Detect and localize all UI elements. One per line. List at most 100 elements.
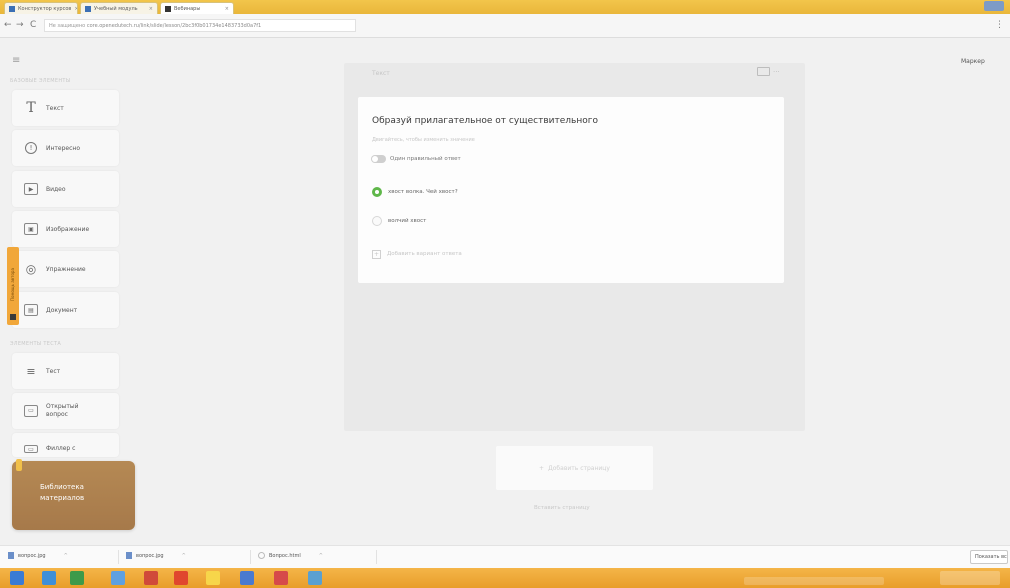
palette-item-interesting[interactable]: ! Интересно bbox=[12, 130, 119, 166]
add-page-button[interactable]: + Добавить страницу bbox=[496, 446, 653, 490]
option-radio[interactable] bbox=[372, 216, 382, 226]
add-option-button[interactable]: Добавить вариант ответа bbox=[387, 251, 462, 257]
protocol-label: Не защищено bbox=[49, 23, 86, 29]
files-icon[interactable] bbox=[308, 571, 322, 585]
file-icon bbox=[126, 552, 132, 559]
word-icon[interactable] bbox=[240, 571, 254, 585]
close-tab-icon[interactable]: × bbox=[149, 6, 153, 12]
close-tab-icon[interactable]: × bbox=[225, 6, 229, 12]
paste-page-button[interactable]: Вставить страницу bbox=[534, 505, 590, 511]
app-icon[interactable] bbox=[70, 571, 84, 585]
exercise-icon: ◎ bbox=[25, 262, 37, 276]
palette-item-image[interactable]: ▣ Изображение bbox=[12, 211, 119, 247]
back-icon[interactable]: ← bbox=[4, 20, 12, 30]
reload-icon[interactable]: C bbox=[30, 20, 36, 30]
chrome-icon[interactable] bbox=[206, 571, 220, 585]
explorer-icon[interactable] bbox=[111, 571, 125, 585]
question-hint: Двигайтесь, чтобы изменить значение bbox=[372, 137, 475, 143]
browser-menu-icon[interactable]: ⋮ bbox=[995, 20, 1004, 30]
option-text[interactable]: волчий хвост bbox=[388, 218, 426, 224]
palette-item-text[interactable]: T Текст bbox=[12, 90, 119, 126]
document-icon: ▤ bbox=[24, 304, 38, 316]
address-bar: ← → C Не защищено core.openedutech.ru/li… bbox=[0, 14, 1010, 38]
close-tab-icon[interactable]: × bbox=[74, 6, 77, 12]
palette-item-test[interactable]: ≡ Тест bbox=[12, 353, 119, 389]
palette-item-video[interactable]: ▶ Видео bbox=[12, 171, 119, 207]
option-text[interactable]: хвост волка. Чей хвост? bbox=[388, 189, 458, 195]
palette-item-filler[interactable]: ▭ Филлер с bbox=[12, 433, 119, 457]
media-icon[interactable] bbox=[144, 571, 158, 585]
block-settings-icon[interactable] bbox=[757, 67, 770, 76]
hamburger-menu-icon[interactable]: ≡ bbox=[12, 55, 20, 66]
palette-item-label: Упражнение bbox=[46, 265, 86, 273]
section-label-basic: БАЗОВЫЕ ЭЛЕМЕНТЫ bbox=[10, 78, 71, 84]
help-square-icon bbox=[10, 314, 16, 320]
url-text: core.openedutech.ru/link/slide/lesson/2b… bbox=[86, 23, 262, 29]
add-page-label: Добавить страницу bbox=[548, 464, 610, 472]
info-icon: ! bbox=[24, 141, 38, 155]
palette-item-exercise[interactable]: ◎ Упражнение bbox=[12, 251, 119, 287]
divider bbox=[376, 550, 377, 564]
download-item[interactable]: Вопрос.html ^ bbox=[258, 552, 323, 559]
system-tray[interactable] bbox=[940, 571, 1000, 585]
chevron-up-icon[interactable]: ^ bbox=[182, 553, 186, 559]
filler-icon: ▭ bbox=[24, 445, 38, 453]
browser-tab[interactable]: Учебный модуль × bbox=[80, 2, 158, 14]
download-name: вопрос.jpg bbox=[18, 552, 46, 559]
section-label-tests: ЭЛЕМЕНТЫ ТЕСТА bbox=[10, 341, 62, 347]
library-label: Библиотека материалов bbox=[40, 483, 85, 502]
browser-tab-active[interactable]: Вебинары × bbox=[160, 2, 234, 14]
chevron-up-icon[interactable]: ^ bbox=[64, 553, 68, 559]
download-name: Вопрос.html bbox=[269, 552, 301, 559]
single-answer-toggle[interactable] bbox=[371, 155, 386, 163]
list-icon: ≡ bbox=[26, 364, 36, 378]
option-radio-selected[interactable] bbox=[372, 187, 382, 197]
marker-label[interactable]: Маркер bbox=[961, 58, 985, 65]
text-icon: T bbox=[26, 100, 36, 116]
palette-item-label: Интересно bbox=[46, 144, 80, 152]
pdf-icon[interactable] bbox=[274, 571, 288, 585]
browser-icon[interactable] bbox=[42, 571, 56, 585]
file-icon bbox=[8, 552, 14, 559]
taskbar bbox=[0, 568, 1010, 588]
tab-favicon-icon bbox=[165, 5, 171, 12]
download-item[interactable]: вопрос.jpg ^ bbox=[126, 552, 186, 559]
palette-item-open-question[interactable]: ▭ Открытый вопрос bbox=[12, 393, 119, 429]
plus-icon: + bbox=[539, 464, 545, 472]
more-icon[interactable]: ··· bbox=[773, 68, 780, 76]
show-all-downloads-button[interactable]: Показать все bbox=[970, 550, 1008, 564]
open-question-icon: ▭ bbox=[24, 405, 38, 417]
divider bbox=[250, 550, 251, 564]
add-option-icon[interactable]: + bbox=[372, 250, 381, 259]
author-help-tab[interactable]: Помощь автора bbox=[7, 247, 19, 325]
chevron-up-icon[interactable]: ^ bbox=[319, 553, 323, 559]
question-title[interactable]: Образуй прилагательное от существительно… bbox=[372, 116, 598, 126]
forward-icon[interactable]: → bbox=[16, 20, 24, 30]
tab-title: Вебинары bbox=[174, 5, 201, 12]
tab-favicon-icon bbox=[85, 5, 91, 12]
palette-item-label: Филлер с bbox=[46, 445, 76, 452]
download-item[interactable]: вопрос.jpg ^ bbox=[8, 552, 68, 559]
palette-item-label: Документ bbox=[46, 306, 78, 314]
downloads-bar: вопрос.jpg ^ вопрос.jpg ^ Вопрос.html ^ … bbox=[0, 545, 1010, 568]
divider bbox=[118, 550, 119, 564]
start-icon[interactable] bbox=[10, 571, 24, 585]
single-answer-label: Один правильный ответ bbox=[390, 156, 461, 162]
tab-title: Конструктор курсов bbox=[18, 5, 72, 12]
url-input[interactable]: Не защищено core.openedutech.ru/link/sli… bbox=[44, 19, 356, 32]
palette-item-label: Открытый вопрос bbox=[46, 403, 79, 418]
tab-favicon-icon bbox=[9, 5, 15, 12]
file-icon bbox=[258, 552, 265, 559]
palette-item-label: Текст bbox=[46, 104, 64, 112]
browser-tab-strip: Конструктор курсов × Учебный модуль × Ве… bbox=[0, 0, 1010, 14]
taskbar-field bbox=[744, 577, 884, 585]
author-help-label: Помощь автора bbox=[10, 268, 15, 301]
yandex-icon[interactable] bbox=[174, 571, 188, 585]
library-button[interactable]: Библиотека материалов bbox=[12, 459, 135, 530]
browser-tab[interactable]: Конструктор курсов × bbox=[4, 2, 78, 14]
download-name: вопрос.jpg bbox=[136, 552, 164, 559]
palette-item-document[interactable]: ▤ Документ bbox=[12, 292, 119, 328]
video-icon: ▶ bbox=[24, 183, 38, 195]
palette-item-label: Видео bbox=[46, 185, 66, 193]
window-minimize-button[interactable] bbox=[984, 1, 1004, 11]
